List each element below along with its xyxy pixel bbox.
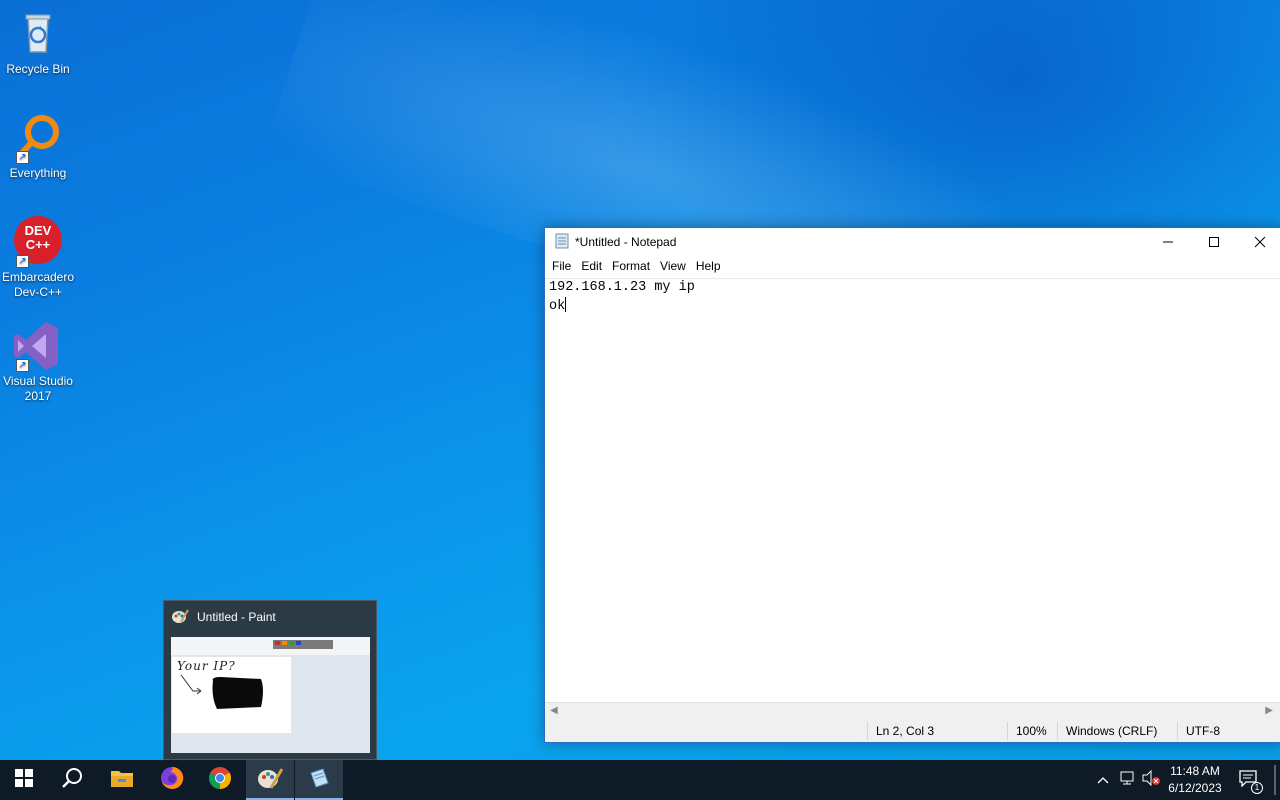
recycle-bin-label: Recycle Bin [6, 62, 70, 76]
desktop-icon-everything[interactable]: ↗ Everything [0, 112, 76, 181]
menu-help[interactable]: Help [691, 259, 726, 273]
devcpp-icon: DEV C++ ↗ [12, 216, 64, 268]
desktop: Recycle Bin ↗ Everything DEV C++ ↗ Embar… [0, 0, 1280, 760]
network-button[interactable] [1116, 760, 1138, 800]
paint-icon [171, 608, 189, 627]
text-line-2-content: ok [549, 299, 566, 314]
taskbar-firefox[interactable] [148, 760, 196, 800]
notepad-menubar: File Edit Format View Help [545, 256, 1280, 276]
notification-icon: 1 [1238, 769, 1263, 794]
paint-sketch-text: Your IP? [177, 659, 236, 673]
notepad-title: *Untitled - Notepad [575, 235, 677, 249]
devcpp-label: Embarcadero Dev-C++ [1, 270, 75, 299]
notepad-statusbar: Ln 2, Col 3 100% Windows (CRLF) UTF-8 [545, 720, 1280, 742]
search-button[interactable] [48, 760, 96, 800]
volume-muted-icon [1141, 769, 1161, 791]
taskbar-notepad[interactable] [295, 760, 343, 800]
taskbar-file-explorer[interactable] [98, 760, 146, 800]
system-clock[interactable]: 11:48 AM 6/12/2023 [1160, 763, 1230, 797]
notification-count-badge: 1 [1251, 781, 1263, 794]
desktop-icon-devcpp[interactable]: DEV C++ ↗ Embarcadero Dev-C++ [0, 216, 76, 300]
chrome-icon [208, 766, 232, 795]
taskbar-paint[interactable] [246, 760, 294, 800]
scroll-left-icon[interactable]: ◀ [550, 705, 558, 716]
show-hidden-icons-button[interactable] [1094, 760, 1112, 800]
notepad-icon [308, 767, 330, 794]
close-button[interactable] [1237, 228, 1280, 256]
notification-center-button[interactable]: 1 [1236, 760, 1263, 800]
status-position: Ln 2, Col 3 [867, 722, 1001, 740]
network-icon [1118, 770, 1136, 791]
start-icon [15, 768, 33, 792]
status-encoding: UTF-8 [1177, 722, 1277, 740]
everything-label: Everything [9, 166, 67, 180]
maximize-button[interactable] [1191, 228, 1237, 256]
volume-button[interactable] [1140, 760, 1162, 800]
text-line-2: ok [549, 297, 1279, 316]
menu-view[interactable]: View [655, 259, 691, 273]
taskbar: 11:48 AM 6/12/2023 1 [0, 760, 1280, 800]
shortcut-arrow-icon: ↗ [16, 151, 29, 164]
everything-icon: ↗ [12, 112, 64, 164]
show-desktop-button[interactable] [1274, 765, 1276, 795]
visual-studio-label: Visual Studio 2017 [3, 374, 73, 403]
paint-preview-image: Your IP? [171, 637, 370, 753]
text-caret [565, 297, 567, 312]
paint-preview-thumbnail[interactable]: Untitled - Paint Your IP? [163, 600, 377, 760]
desktop-icon-recycle-bin[interactable]: Recycle Bin [0, 8, 76, 77]
minimize-button[interactable] [1145, 228, 1191, 256]
menu-file[interactable]: File [547, 259, 576, 273]
text-line-1: 192.168.1.23 my ip [549, 280, 695, 295]
chevron-up-icon [1097, 771, 1109, 789]
status-line-ending: Windows (CRLF) [1057, 722, 1177, 740]
horizontal-scrollbar[interactable]: ◀ ▶ [545, 702, 1280, 720]
notepad-text-area[interactable]: 192.168.1.23 my ip ok [545, 278, 1280, 702]
visual-studio-icon: ↗ [12, 320, 64, 372]
firefox-icon [160, 766, 184, 795]
desktop-icon-visual-studio[interactable]: ↗ Visual Studio 2017 [0, 320, 76, 404]
menu-edit[interactable]: Edit [576, 259, 607, 273]
menu-format[interactable]: Format [607, 259, 655, 273]
paint-preview-title: Untitled - Paint [197, 610, 276, 624]
devcpp-logo-text: DEV C++ [24, 223, 52, 252]
notepad-icon [555, 233, 569, 252]
shortcut-arrow-icon: ↗ [16, 255, 29, 268]
scroll-right-icon[interactable]: ▶ [1265, 705, 1273, 716]
taskbar-chrome[interactable] [196, 760, 244, 800]
start-button[interactable] [0, 760, 48, 800]
clock-time: 11:48 AM [1170, 764, 1220, 778]
file-explorer-icon [110, 768, 134, 793]
shortcut-arrow-icon: ↗ [16, 359, 29, 372]
notepad-window[interactable]: *Untitled - Notepad File Edit Format Vie… [544, 227, 1280, 743]
clock-date: 6/12/2023 [1168, 781, 1222, 795]
search-icon [61, 767, 83, 794]
status-zoom: 100% [1007, 722, 1057, 740]
recycle-bin-icon [12, 8, 64, 60]
paint-preview-titlebar: Untitled - Paint [164, 601, 376, 633]
paint-icon [257, 766, 284, 795]
